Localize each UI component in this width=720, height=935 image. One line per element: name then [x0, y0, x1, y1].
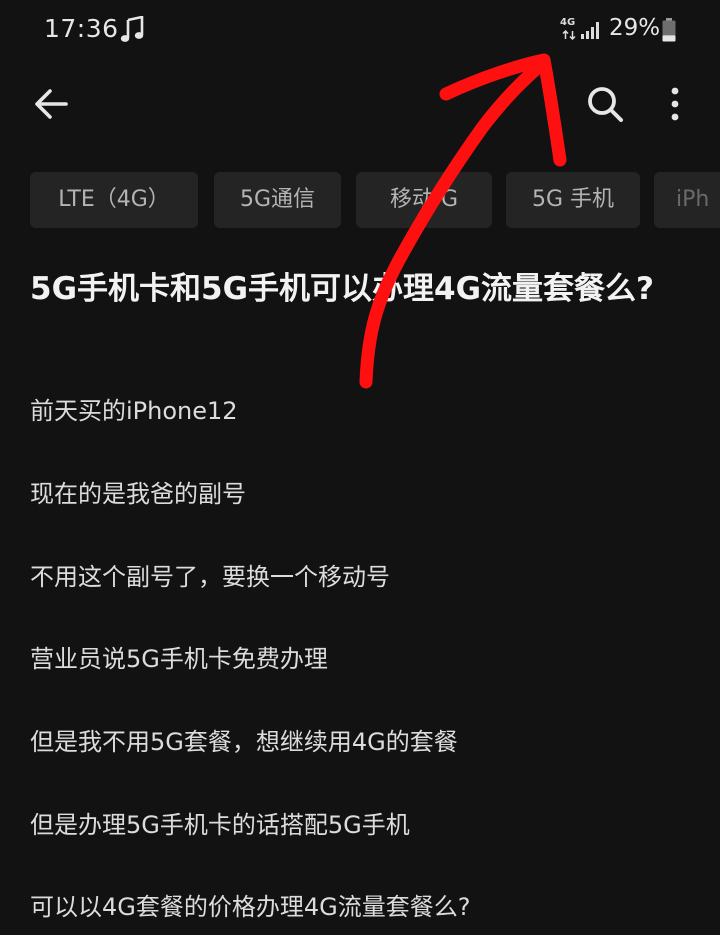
music-note-icon [120, 16, 144, 42]
back-arrow-icon [35, 89, 68, 119]
network-type-label: 4G [560, 17, 576, 28]
topic-tag[interactable]: 5G通信 [214, 172, 341, 228]
topic-tag[interactable]: LTE（4G） [30, 172, 198, 228]
topic-tag[interactable]: iPh [654, 172, 720, 228]
topic-tag[interactable]: 移动 G [356, 172, 492, 228]
network-arrows-icon [562, 30, 576, 40]
question-body-line: 现在的是我爸的副号 [30, 480, 246, 508]
status-bar: 17:36 4G 29% [0, 0, 720, 62]
search-icon [588, 87, 623, 122]
question-body-line: 可以以4G套餐的价格办理4G流量套餐么? [30, 893, 471, 921]
more-vert-icon [671, 87, 679, 121]
question-body-line: 不用这个副号了，要换一个移动号 [30, 563, 390, 591]
battery-icon [662, 18, 676, 42]
question-body-line: 但是办理5G手机卡的话搭配5G手机 [30, 811, 410, 839]
question-title: 5G手机卡和5G手机可以办理4G流量套餐么? [30, 271, 655, 307]
toolbar [0, 62, 720, 146]
topic-tags-row: LTE（4G） 5G通信 移动 G 5G 手机 iPh [0, 172, 720, 228]
question-body-line: 前天买的iPhone12 [30, 397, 238, 425]
question-body-line: 营业员说5G手机卡免费办理 [30, 645, 328, 673]
more-options-button[interactable] [656, 78, 694, 130]
signal-icon [581, 22, 599, 39]
status-time: 17:36 [44, 14, 119, 43]
battery-percent: 29% [609, 15, 661, 41]
topic-tag[interactable]: 5G 手机 [506, 172, 640, 228]
question-body-line: 但是我不用5G套餐，想继续用4G的套餐 [30, 728, 458, 756]
battery-fill [662, 35, 676, 42]
back-button[interactable] [26, 80, 78, 128]
search-button[interactable] [578, 78, 632, 130]
